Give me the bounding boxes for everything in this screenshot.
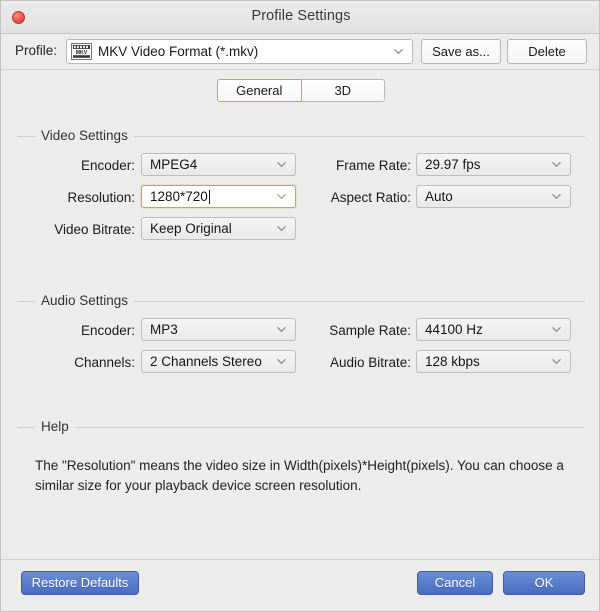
text-cursor xyxy=(209,190,210,204)
audio-encoder-select[interactable]: MP3 xyxy=(141,318,296,341)
sample-rate-label: Sample Rate: xyxy=(311,323,411,338)
video-encoder-value: MPEG4 xyxy=(150,157,197,172)
chevron-down-icon xyxy=(277,357,286,366)
resolution-value: 1280*720 xyxy=(150,189,208,204)
help-text: The "Resolution" means the video size in… xyxy=(35,456,567,496)
profile-value: MKV Video Format (*.mkv) xyxy=(98,44,258,59)
audio-encoder-label: Encoder: xyxy=(35,323,135,338)
frame-rate-value: 29.97 fps xyxy=(425,157,481,172)
tab-general[interactable]: General xyxy=(217,79,302,102)
audio-bitrate-select[interactable]: 128 kbps xyxy=(416,350,571,373)
profile-select[interactable]: MKV MKV Video Format (*.mkv) xyxy=(66,39,413,64)
aspect-ratio-label: Aspect Ratio: xyxy=(309,190,411,205)
aspect-ratio-select[interactable]: Auto xyxy=(416,185,571,208)
frame-rate-label: Frame Rate: xyxy=(313,158,411,173)
chevron-down-icon xyxy=(552,160,561,169)
aspect-ratio-value: Auto xyxy=(425,189,453,204)
chevron-down-icon xyxy=(277,160,286,169)
tab-bar: General 3D xyxy=(217,79,385,102)
chevron-down-icon xyxy=(394,47,403,56)
chevron-down-icon xyxy=(277,325,286,334)
chevron-down-icon xyxy=(277,224,286,233)
video-bitrate-value: Keep Original xyxy=(150,221,232,236)
chevron-down-icon xyxy=(552,325,561,334)
window-title: Profile Settings xyxy=(1,8,600,24)
resolution-label: Resolution: xyxy=(35,190,135,205)
profile-row: Profile: MKV MKV Video Format (*.mkv) Sa… xyxy=(1,34,600,70)
title-bar: Profile Settings xyxy=(1,1,600,34)
video-bitrate-label: Video Bitrate: xyxy=(25,222,135,237)
video-encoder-select[interactable]: MPEG4 xyxy=(141,153,296,176)
group-divider xyxy=(17,427,585,428)
frame-rate-select[interactable]: 29.97 fps xyxy=(416,153,571,176)
video-bitrate-select[interactable]: Keep Original xyxy=(141,217,296,240)
channels-value: 2 Channels Stereo xyxy=(150,354,262,369)
svg-text:MKV: MKV xyxy=(76,50,88,56)
cancel-button[interactable]: Cancel xyxy=(417,571,493,595)
delete-button[interactable]: Delete xyxy=(507,39,587,64)
chevron-down-icon xyxy=(552,192,561,201)
channels-label: Channels: xyxy=(45,355,135,370)
audio-bitrate-label: Audio Bitrate: xyxy=(305,355,411,370)
channels-select[interactable]: 2 Channels Stereo xyxy=(141,350,296,373)
ok-button[interactable]: OK xyxy=(503,571,585,595)
profile-label: Profile: xyxy=(15,43,57,58)
audio-settings-title: Audio Settings xyxy=(35,293,134,308)
audio-encoder-value: MP3 xyxy=(150,322,178,337)
video-encoder-label: Encoder: xyxy=(35,158,135,173)
sample-rate-value: 44100 Hz xyxy=(425,322,483,337)
profile-settings-window: Profile Settings Profile: MKV MKV Video … xyxy=(0,0,600,612)
tab-3d[interactable]: 3D xyxy=(302,79,386,102)
help-title: Help xyxy=(35,419,75,434)
resolution-combo-input[interactable]: 1280*720 xyxy=(141,185,296,208)
restore-defaults-button[interactable]: Restore Defaults xyxy=(21,571,139,595)
chevron-down-icon xyxy=(277,192,286,201)
save-as-button[interactable]: Save as... xyxy=(421,39,501,64)
sample-rate-select[interactable]: 44100 Hz xyxy=(416,318,571,341)
audio-bitrate-value: 128 kbps xyxy=(425,354,480,369)
mkv-video-file-icon: MKV xyxy=(71,43,92,60)
chevron-down-icon xyxy=(552,357,561,366)
video-settings-title: Video Settings xyxy=(35,128,134,143)
